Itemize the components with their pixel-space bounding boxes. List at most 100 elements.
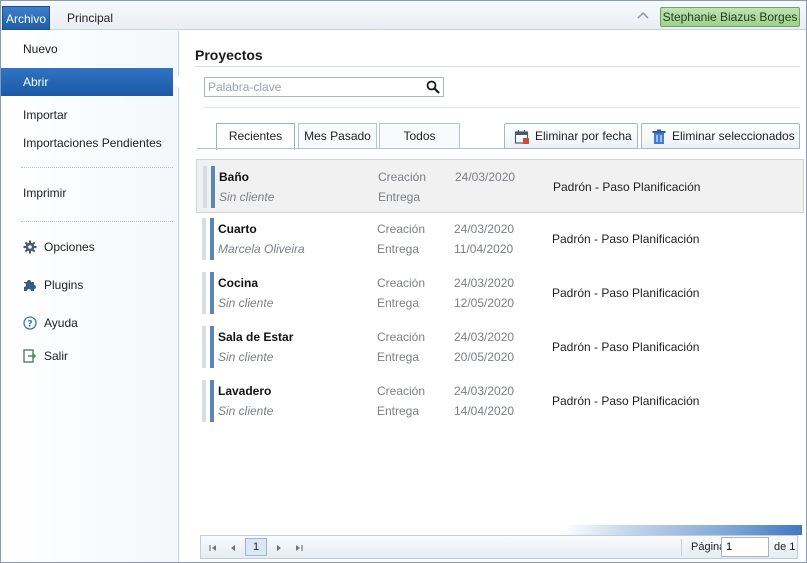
main-panel: Proyectos Recientes Mes Pasado Todos Eli… — [180, 31, 806, 562]
pager-decoration — [200, 525, 802, 535]
next-page-icon[interactable] — [271, 540, 287, 556]
created-date: 24/03/2020 — [454, 384, 515, 398]
button-label: Eliminar seleccionados — [672, 129, 795, 143]
project-stage: Padrón - Paso Planificación — [552, 394, 700, 408]
button-label: Eliminar por fecha — [535, 129, 632, 143]
project-name: Cuarto — [218, 222, 257, 236]
created-label: Creación — [377, 330, 426, 344]
project-client: Sin cliente — [218, 404, 274, 418]
created-date: 24/03/2020 — [454, 276, 515, 290]
project-name: Cocina — [218, 276, 259, 290]
chevron-up-icon[interactable] — [636, 9, 650, 23]
project-stage: Padrón - Paso Planificación — [553, 180, 701, 194]
current-page-button[interactable]: 1 — [245, 538, 267, 556]
project-name: Sala de Estar — [218, 330, 294, 344]
list-item[interactable]: Cuarto Marcela Oliveira Creación Entrega… — [196, 212, 804, 266]
exit-icon — [23, 349, 37, 363]
created-label: Creación — [378, 170, 427, 184]
ribbon-bar: Archivo Principal Stephanie Biazus Borge… — [1, 1, 806, 30]
row-marker — [210, 326, 214, 368]
sidebar-item-salir[interactable]: Salir — [1, 342, 179, 370]
tab-mes-pasado[interactable]: Mes Pasado — [298, 123, 377, 149]
delivery-date: 12/05/2020 — [454, 296, 515, 310]
page-number-input[interactable] — [721, 537, 769, 557]
first-page-icon[interactable] — [205, 540, 221, 556]
delete-by-date-button[interactable]: Eliminar por fecha — [504, 123, 638, 149]
gear-icon — [23, 240, 37, 254]
sidebar-divider — [21, 167, 173, 168]
delivery-label: Entrega — [377, 350, 420, 364]
page-title: Proyectos — [195, 47, 263, 63]
delivery-date: 20/05/2020 — [454, 350, 515, 364]
sidebar-item-nuevo[interactable]: Nuevo — [1, 35, 179, 63]
user-badge[interactable]: Stephanie Biazus Borges — [660, 7, 800, 27]
list-item[interactable]: Sala de Estar Sin cliente Creación Entre… — [196, 320, 804, 374]
help-icon: ? — [23, 316, 37, 330]
page-count-label: de 1 — [774, 541, 796, 553]
pager-divider — [681, 539, 682, 556]
project-client: Marcela Oliveira — [218, 242, 305, 256]
created-label: Creación — [377, 276, 426, 290]
puzzle-icon — [24, 280, 36, 291]
sidebar-item-plugins[interactable]: Plugins — [1, 271, 179, 299]
project-name: Baño — [219, 170, 249, 184]
project-client: Sin cliente — [218, 296, 274, 310]
row-marker — [210, 380, 214, 422]
tab-recientes[interactable]: Recientes — [216, 123, 295, 150]
sidebar-item-label: Ayuda — [44, 316, 78, 330]
row-marker-shadow — [202, 326, 206, 368]
search-box — [204, 77, 444, 97]
delivery-label: Entrega — [377, 242, 420, 256]
svg-text:?: ? — [27, 320, 32, 330]
last-page-icon[interactable] — [291, 540, 307, 556]
sidebar-item-opciones[interactable]: Opciones — [1, 233, 179, 261]
divider — [204, 107, 800, 108]
row-marker-shadow — [203, 166, 207, 208]
sidebar-item-label: Opciones — [44, 240, 95, 254]
sidebar-item-abrir[interactable]: Abrir — [1, 68, 180, 96]
row-marker-shadow — [202, 272, 206, 314]
calendar-delete-icon — [514, 130, 529, 144]
row-marker — [211, 166, 215, 208]
created-label: Creación — [377, 384, 426, 398]
previous-page-icon[interactable] — [225, 540, 241, 556]
created-date: 24/03/2020 — [454, 330, 515, 344]
search-input[interactable] — [205, 78, 420, 96]
project-stage: Padrón - Paso Planificación — [552, 340, 700, 354]
list-item[interactable]: Lavadero Sin cliente Creación Entrega 24… — [196, 374, 804, 428]
sidebar-item-ayuda[interactable]: ? Ayuda — [1, 309, 179, 337]
sidebar-item-label: Salir — [44, 349, 69, 363]
sidebar-item-imprimir[interactable]: Imprimir — [1, 179, 179, 207]
tab-todos[interactable]: Todos — [379, 123, 460, 149]
sidebar-item-importaciones-pendientes[interactable]: Importaciones Pendientes — [1, 129, 179, 157]
search-icon[interactable] — [426, 80, 440, 94]
delete-selected-button[interactable]: Eliminar seleccionados — [641, 123, 800, 149]
delivery-label: Entrega — [377, 296, 420, 310]
project-name: Lavadero — [218, 384, 272, 398]
delivery-label: Entrega — [378, 190, 421, 204]
project-client: Sin cliente — [219, 190, 275, 204]
row-marker — [210, 218, 214, 260]
sidebar-divider — [21, 221, 173, 222]
active-indicator-arrow — [173, 75, 180, 89]
row-marker — [210, 272, 214, 314]
title-divider — [195, 66, 800, 67]
project-stage: Padrón - Paso Planificación — [552, 286, 700, 300]
row-marker-shadow — [202, 380, 206, 422]
created-date: 24/03/2020 — [455, 170, 516, 184]
sidebar-item-importar[interactable]: Importar — [1, 101, 179, 129]
delivery-date: 14/04/2020 — [454, 404, 515, 418]
delivery-date: 11/04/2020 — [454, 242, 514, 256]
tab-archivo[interactable]: Archivo — [2, 6, 50, 30]
pager: 1 Página de 1 — [200, 535, 798, 559]
sidebar-item-label: Plugins — [44, 278, 84, 292]
list-item[interactable]: Cocina Sin cliente Creación Entrega 24/0… — [196, 266, 804, 320]
backstage-sidebar: Nuevo Abrir Importar Importaciones Pendi… — [1, 31, 180, 562]
project-client: Sin cliente — [218, 350, 274, 364]
tab-principal[interactable]: Principal — [59, 6, 121, 30]
created-date: 24/03/2020 — [454, 222, 515, 236]
delivery-label: Entrega — [377, 404, 420, 418]
created-label: Creación — [377, 222, 426, 236]
list-item[interactable]: Baño Sin cliente Creación Entrega 24/03/… — [196, 159, 804, 213]
row-marker-shadow — [202, 218, 206, 260]
